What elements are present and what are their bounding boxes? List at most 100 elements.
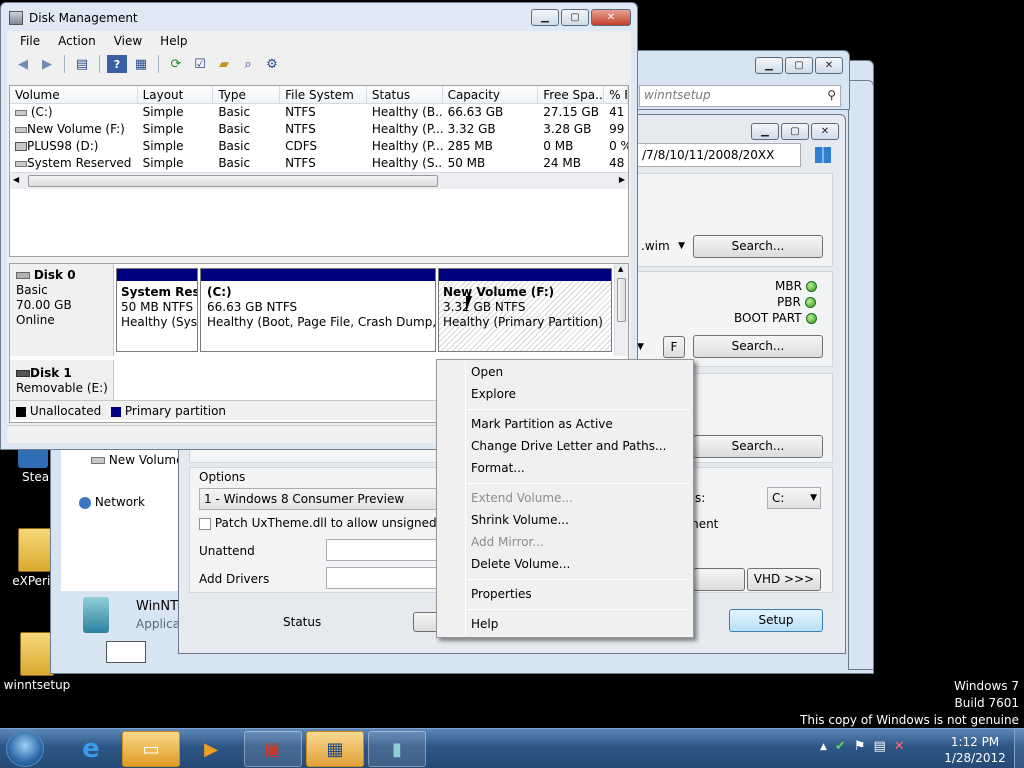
menu-item-properties[interactable]: Properties: [471, 584, 532, 604]
network-icon: [79, 496, 91, 509]
menu-item-explore[interactable]: Explore: [471, 384, 516, 404]
taskbar-winntsetup[interactable]: ▮: [368, 731, 426, 767]
update-check-icon[interactable]: ✔: [835, 739, 846, 755]
column-free-space[interactable]: Free Spa...: [538, 86, 605, 103]
edition-select[interactable]: 1 - Windows 8 Consumer Preview: [199, 488, 439, 510]
source-path-field[interactable]: /7/8/10/11/2008/20XX: [637, 143, 801, 167]
column-percent-free[interactable]: % F: [604, 86, 628, 103]
mouse-cursor-icon: [466, 296, 478, 312]
refresh-icon[interactable]: ⟳: [166, 55, 186, 73]
table-row[interactable]: (C:) Simple Basic NTFS Healthy (B... 66.…: [10, 104, 628, 121]
column-type[interactable]: Type: [213, 86, 281, 103]
add-drivers-field[interactable]: [326, 567, 438, 589]
search-button-2[interactable]: Search...: [693, 335, 823, 358]
column-volume[interactable]: Volume: [10, 86, 138, 103]
column-layout[interactable]: Layout: [138, 86, 214, 103]
clock[interactable]: 1:12 PM 1/28/2012: [940, 734, 1010, 766]
volume-muted-icon[interactable]: ✕: [894, 739, 905, 755]
menu-view[interactable]: View: [105, 34, 151, 48]
maximize-button[interactable]: ▢: [561, 9, 589, 26]
forward-arrow-icon[interactable]: ▶: [37, 55, 57, 73]
column-status[interactable]: Status: [367, 86, 443, 103]
wim-select[interactable]: .wim ▼: [637, 236, 687, 258]
properties-icon[interactable]: ▦: [131, 55, 151, 73]
taskbar-disk-management[interactable]: ▦: [306, 731, 364, 767]
scroll-left-icon[interactable]: ◀: [13, 175, 19, 184]
partition-bar: [201, 269, 435, 281]
settings-icon[interactable]: ⚙: [262, 55, 282, 73]
table-row[interactable]: PLUS98 (D:) Simple Basic CDFS Healthy (P…: [10, 138, 628, 155]
partition-c[interactable]: (C:) 66.63 GB NTFS Healthy (Boot, Page F…: [200, 268, 436, 352]
menu-file[interactable]: File: [11, 34, 49, 48]
horizontal-scrollbar[interactable]: ◀ ▶: [10, 172, 628, 189]
show-desktop-button[interactable]: [1014, 729, 1024, 768]
search-button-3[interactable]: Search...: [693, 435, 823, 458]
network-tray-icon[interactable]: ▤: [873, 739, 885, 755]
unattend-field[interactable]: [326, 539, 438, 561]
menu-item-extend-volume[interactable]: Extend Volume...: [471, 488, 573, 508]
partition-context-menu: Open Explore Mark Partition as Active Ch…: [436, 359, 694, 638]
show-hidden-icons-icon[interactable]: ▲: [820, 739, 827, 755]
help-icon[interactable]: ?: [107, 55, 127, 73]
check-icon[interactable]: ☑: [190, 55, 210, 73]
open-folder-icon[interactable]: ▰: [214, 55, 234, 73]
scroll-up-icon[interactable]: ▲: [618, 265, 623, 273]
legend-swatch-unallocated: [16, 406, 26, 417]
menu-item-change-drive-letter[interactable]: Change Drive Letter and Paths...: [471, 436, 666, 456]
menu-item-format[interactable]: Format...: [471, 458, 525, 478]
tweaks-button[interactable]: [693, 568, 745, 591]
cell: 66.63 GB: [447, 105, 504, 119]
column-file-system[interactable]: File System: [280, 86, 367, 103]
menu-item-mark-active[interactable]: Mark Partition as Active: [471, 414, 613, 434]
disk-view-scrollbar[interactable]: ▲: [614, 264, 628, 356]
start-button[interactable]: [6, 731, 44, 767]
taskbar-toolbox[interactable]: ▣: [244, 731, 302, 767]
setup-button[interactable]: Setup: [729, 609, 823, 632]
search-input[interactable]: winntsetup ⚲: [639, 85, 841, 107]
f-button[interactable]: F: [663, 336, 685, 358]
magnifier-icon[interactable]: ⌕: [238, 55, 258, 73]
folder-icon: ▭: [142, 738, 160, 760]
maximize-button[interactable]: ▢: [781, 123, 809, 140]
close-button[interactable]: ✕: [811, 123, 839, 140]
menu-action[interactable]: Action: [49, 34, 105, 48]
menu-item-delete-volume[interactable]: Delete Volume...: [471, 554, 570, 574]
cell: Healthy (P...: [371, 139, 443, 153]
menu-item-add-mirror[interactable]: Add Mirror...: [471, 532, 544, 552]
vhd-button[interactable]: VHD >>>: [747, 568, 821, 591]
minimize-button[interactable]: ▁: [531, 9, 559, 26]
scroll-right-icon[interactable]: ▶: [619, 175, 625, 184]
table-row[interactable]: New Volume (F:) Simple Basic NTFS Health…: [10, 121, 628, 138]
nav-item-new-volume[interactable]: New Volume: [91, 453, 183, 467]
close-button[interactable]: ✕: [591, 9, 631, 26]
minimize-button[interactable]: ▁: [751, 123, 779, 140]
nav-item-network[interactable]: Network: [79, 495, 145, 509]
patch-uxtheme-checkbox[interactable]: Patch UxTheme.dll to allow unsigned Ther: [199, 516, 468, 530]
scrollbar-thumb[interactable]: [28, 175, 438, 187]
taskbar-explorer[interactable]: ▭: [122, 731, 180, 767]
column-capacity[interactable]: Capacity: [443, 86, 539, 103]
flag-icon[interactable]: ⚑: [854, 739, 866, 755]
partition-status: Healthy (Boot, Page File, Crash Dump, Pr…: [207, 315, 435, 329]
menu-item-open[interactable]: Open: [471, 362, 503, 382]
drive-letter-select[interactable]: C: ▼: [767, 487, 821, 509]
cell: NTFS: [285, 105, 316, 119]
winntsetup-window: ▁ ▢ ✕ winntsetup ⚲: [630, 50, 850, 110]
search-button-1[interactable]: Search...: [693, 235, 823, 258]
close-button[interactable]: ✕: [815, 57, 843, 74]
boot-drive-select[interactable]: ▼: [637, 336, 659, 358]
minimize-button[interactable]: ▁: [755, 57, 783, 74]
maximize-button[interactable]: ▢: [785, 57, 813, 74]
taskbar-media-player[interactable]: ▶: [182, 731, 240, 767]
back-arrow-icon[interactable]: ◀: [13, 55, 33, 73]
taskbar-internet-explorer[interactable]: e: [62, 731, 120, 767]
folder-icon: [20, 632, 54, 676]
menu-item-help[interactable]: Help: [471, 614, 498, 634]
console-tree-icon[interactable]: ▤: [72, 55, 92, 73]
partition-system-reserved[interactable]: System Rese 50 MB NTFS Healthy (Syst: [116, 268, 198, 352]
table-row[interactable]: System Reserved Simple Basic NTFS Health…: [10, 155, 628, 172]
scrollbar-thumb[interactable]: [617, 278, 626, 322]
partition-new-volume-f[interactable]: New Volume (F:) 3.32 GB NTFS Healthy (Pr…: [438, 268, 612, 352]
menu-help[interactable]: Help: [151, 34, 196, 48]
menu-item-shrink-volume[interactable]: Shrink Volume...: [471, 510, 569, 530]
